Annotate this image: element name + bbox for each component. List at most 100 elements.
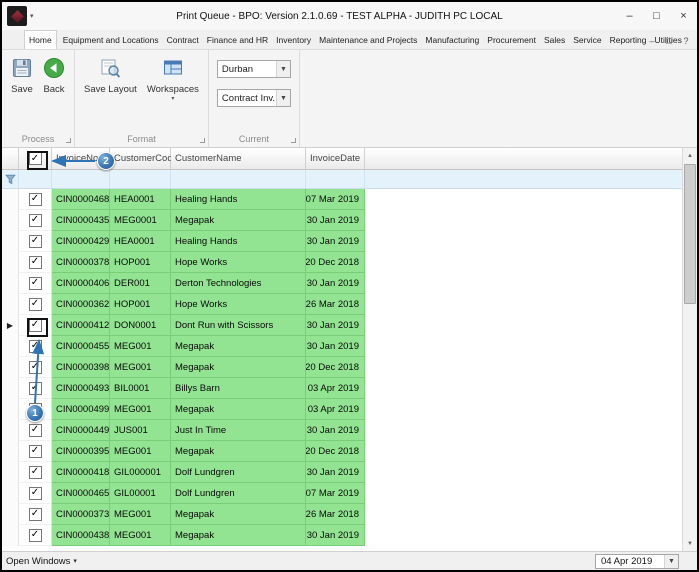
ribbon: Save Back Process Save Layout Workspaces… xyxy=(2,50,697,148)
workspaces-label: Workspaces xyxy=(146,84,199,95)
row-indicator xyxy=(2,462,19,483)
open-windows-button[interactable]: Open Windows ▾ xyxy=(6,556,77,567)
tab-reporting[interactable]: Reporting xyxy=(608,30,649,49)
table-row[interactable]: ✓CIN0000499MEG001Megapak03 Apr 2019 xyxy=(2,399,682,420)
filter-cell-customername[interactable] xyxy=(171,170,306,189)
table-row[interactable]: ✓ CIN0000395 MEG001 Megapak 20 Dec 2018 xyxy=(2,441,682,462)
row-filler xyxy=(365,441,682,462)
row-checkbox[interactable]: ✓ xyxy=(28,465,42,479)
cell-customername: Megapak xyxy=(171,525,306,546)
date-dropdown-icon[interactable]: ▼ xyxy=(664,554,678,568)
save-icon xyxy=(11,57,33,82)
tab-service[interactable]: Service xyxy=(571,30,603,49)
row-filler xyxy=(365,210,682,231)
row-checkbox[interactable]: ✓ xyxy=(28,234,42,248)
save-layout-button[interactable]: Save Layout xyxy=(79,54,142,98)
save-button[interactable]: Save xyxy=(6,54,38,98)
table-row[interactable]: ✓ CIN0000465 GIL00001 Dolf Lundgren 07 Mar 2… xyxy=(2,483,682,504)
scroll-up-icon[interactable]: ▲ xyxy=(683,148,697,163)
row-checkbox[interactable]: ✓ xyxy=(28,192,42,206)
filter-cell-invoicedate[interactable] xyxy=(306,170,365,189)
row-checkbox[interactable]: ✓ xyxy=(28,528,42,542)
maximize-button[interactable]: □ xyxy=(643,2,670,30)
table-row[interactable]: ✓ CIN0000406 DER001 Derton Technologies 30 J… xyxy=(2,273,682,294)
open-windows-dropdown-icon: ▾ xyxy=(73,558,77,565)
table-row[interactable]: ✓ CIN0000418 GIL000001 Dolf Lundgren 30 Jan … xyxy=(2,462,682,483)
ribbon-minimize-button[interactable]: – xyxy=(644,33,660,49)
table-row[interactable]: ✓ CIN0000429 HEA0001 Healing Hands 30 Jan 20… xyxy=(2,231,682,252)
tab-maintenance-and-projects[interactable]: Maintenance and Projects xyxy=(317,30,419,49)
tab-home[interactable]: Home xyxy=(24,30,57,49)
tab-equipment-and-locations[interactable]: Equipment and Locations xyxy=(61,30,161,49)
filter-row-indicator xyxy=(2,170,19,189)
row-checkbox[interactable]: ✓ xyxy=(28,255,42,269)
vertical-scrollbar[interactable]: ▲ ▼ xyxy=(682,148,697,551)
process-dialog-launcher-icon[interactable] xyxy=(66,138,71,143)
cell-invoicedate: 03 Apr 2019 xyxy=(306,399,365,420)
site-select[interactable]: Durban ▼ xyxy=(216,60,291,78)
tab-procurement[interactable]: Procurement xyxy=(485,30,538,49)
cell-invoicedate: 07 Mar 2019 xyxy=(306,189,365,210)
site-dropdown-icon[interactable]: ▼ xyxy=(275,61,290,77)
row-checkbox[interactable]: ✓ xyxy=(28,276,42,290)
filter-checkbox-cell xyxy=(19,170,52,189)
tab-finance-and-hr[interactable]: Finance and HR xyxy=(205,30,270,49)
current-dialog-launcher-icon[interactable] xyxy=(290,138,296,143)
table-row[interactable]: ✓ CIN0000378 HOP001 Hope Works 20 Dec 2018 xyxy=(2,252,682,273)
format-dialog-launcher-icon[interactable] xyxy=(199,138,205,143)
column-header-customercode[interactable]: CustomerCode xyxy=(110,148,178,170)
table-row[interactable]: ✓ CIN0000455 MEG001 Megapak 30 Jan 2019 xyxy=(2,336,682,357)
ribbon-group-format: Save Layout Workspaces ▾ Format xyxy=(75,50,209,147)
date-picker[interactable]: 04 Apr 2019 ▼ xyxy=(595,553,679,569)
row-checkbox[interactable]: ✓ xyxy=(28,213,42,227)
ribbon-help-button[interactable]: ? xyxy=(678,33,694,49)
row-checkbox[interactable]: ✓ xyxy=(28,318,42,332)
scroll-down-icon[interactable]: ▼ xyxy=(683,536,697,551)
quick-access-dropdown-icon[interactable]: ▾ xyxy=(30,12,34,20)
row-checkbox[interactable]: ✓ xyxy=(28,507,42,521)
filter-cell-customercode[interactable] xyxy=(110,170,171,189)
filter-cell-invoiceno[interactable] xyxy=(52,170,110,189)
select-all-checkbox[interactable]: ✓ xyxy=(28,152,42,165)
scrollbar-thumb[interactable] xyxy=(684,164,696,304)
table-row[interactable]: ▶ ✓ CIN0000412 DON0001 Dont Run with Scissor… xyxy=(2,315,682,336)
tab-contract[interactable]: Contract xyxy=(165,30,201,49)
cell-customercode: GIL00001 xyxy=(110,483,171,504)
app-logo-icon[interactable] xyxy=(7,6,27,26)
row-checkbox[interactable]: ✓ xyxy=(28,486,42,500)
table-row[interactable]: ✓ CIN0000373 MEG001 Megapak 26 Mar 2018 xyxy=(2,504,682,525)
row-checkbox[interactable]: ✓ xyxy=(28,423,42,437)
table-row[interactable]: ✓ CIN0000435 MEG0001 Megapak 30 Jan 2019 xyxy=(2,210,682,231)
back-button[interactable]: Back xyxy=(38,54,70,98)
tab-sales[interactable]: Sales xyxy=(542,30,567,49)
column-header-customername[interactable]: CustomerName xyxy=(171,148,306,170)
table-row[interactable]: ✓ CIN0000438 MEG001 Megapak 30 Jan 2019 xyxy=(2,525,682,546)
ribbon-restore-button[interactable]: □ xyxy=(661,33,677,49)
row-checkbox[interactable]: ✓ xyxy=(28,381,42,395)
table-row[interactable]: ✓ CIN0000398 MEG001 Megapak 20 Dec 2018 xyxy=(2,357,682,378)
row-select-cell: ✓ xyxy=(19,252,52,273)
cell-invoicedate: 26 Mar 2018 xyxy=(306,504,365,525)
row-checkbox[interactable]: ✓ xyxy=(28,360,42,374)
row-filler xyxy=(365,315,682,336)
row-checkbox[interactable]: ✓ xyxy=(28,297,42,311)
workspaces-button[interactable]: Workspaces ▾ xyxy=(142,54,204,104)
table-row[interactable]: ✓ CIN0000493 BIL0001 Billys Barn 03 Apr 2019 xyxy=(2,378,682,399)
tab-manufacturing[interactable]: Manufacturing xyxy=(423,30,481,49)
tab-inventory[interactable]: Inventory xyxy=(274,30,313,49)
close-button[interactable]: × xyxy=(670,2,697,30)
table-row[interactable]: ✓ CIN0000468 HEA0001 Healing Hands 07 Mar 20… xyxy=(2,189,682,210)
cell-invoiceno: CIN0000406 xyxy=(52,273,110,294)
cell-customername: Billys Barn xyxy=(171,378,306,399)
table-row[interactable]: ✓ CIN0000362 HOP001 Hope Works 26 Mar 2018 xyxy=(2,294,682,315)
column-header-invoicedate[interactable]: InvoiceDate xyxy=(306,148,365,170)
row-select-cell: ✓ xyxy=(19,357,52,378)
table-row[interactable]: ✓ CIN0000449 JUS001 Just In Time 30 Jan 2019 xyxy=(2,420,682,441)
row-indicator xyxy=(2,210,19,231)
row-checkbox[interactable]: ✓ xyxy=(28,339,42,353)
queue-select[interactable]: Contract Inv... ▼ xyxy=(216,89,291,107)
cell-invoiceno: CIN0000429 xyxy=(52,231,110,252)
minimize-button[interactable]: – xyxy=(616,2,643,30)
row-checkbox[interactable]: ✓ xyxy=(28,444,42,458)
queue-dropdown-icon[interactable]: ▼ xyxy=(275,90,290,106)
